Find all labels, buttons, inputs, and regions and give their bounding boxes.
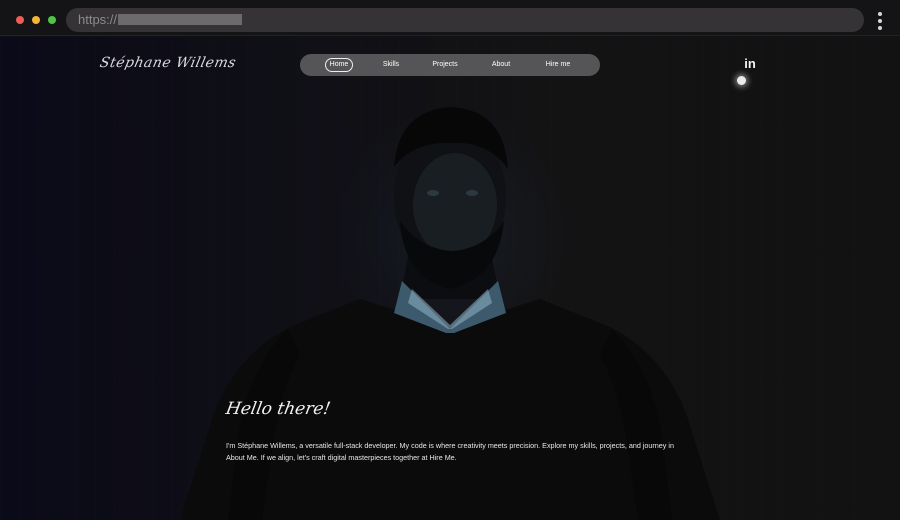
nav-home[interactable]: Home [325,58,353,72]
window-minimize-dot[interactable] [32,16,40,24]
window-maximize-dot[interactable] [48,16,56,24]
nav-skills[interactable]: Skills [380,58,402,72]
linkedin-icon[interactable]: in [743,57,757,71]
hero-greeting: Hello there! [224,399,333,419]
page-viewport: Stéphane Willems Home Skills Projects Ab… [0,37,900,520]
browser-chrome: https:// [0,0,900,36]
more-menu-icon[interactable] [874,10,886,32]
nav-about[interactable]: About [490,58,512,72]
nav-projects[interactable]: Projects [431,58,459,72]
hero-intro: I'm Stéphane Willems, a versatile full-s… [226,441,674,462]
site-logo[interactable]: Stéphane Willems [98,55,237,71]
cursor-dot [737,76,746,85]
nav-hire-me[interactable]: Hire me [544,58,572,72]
address-bar[interactable]: https:// [66,8,864,32]
url-redacted-block [118,14,242,25]
avatar-eye-right [466,190,478,196]
main-nav: Home Skills Projects About Hire me [300,54,600,76]
avatar-eye-left [427,190,439,196]
screen: https:// Stéphane Willems Home Skills Pr… [0,0,900,520]
window-close-dot[interactable] [16,16,24,24]
url-scheme: https:// [78,12,118,27]
